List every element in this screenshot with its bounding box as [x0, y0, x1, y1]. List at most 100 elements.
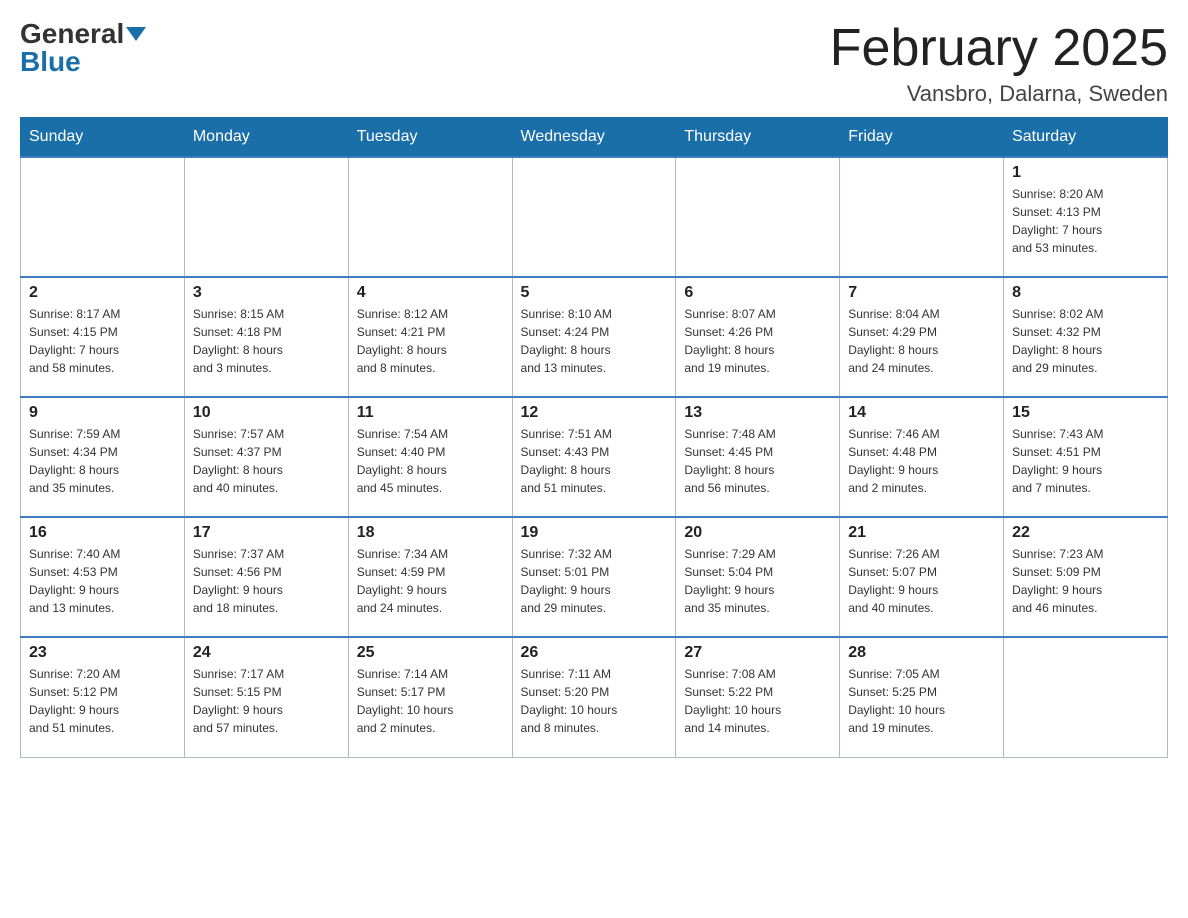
calendar-cell: 5Sunrise: 8:10 AM Sunset: 4:24 PM Daylig… [512, 277, 676, 397]
day-number: 27 [684, 644, 831, 662]
weekday-header-monday: Monday [184, 118, 348, 158]
day-info: Sunrise: 8:04 AM Sunset: 4:29 PM Dayligh… [848, 305, 995, 377]
day-info: Sunrise: 7:37 AM Sunset: 4:56 PM Dayligh… [193, 545, 340, 617]
day-info: Sunrise: 7:51 AM Sunset: 4:43 PM Dayligh… [521, 425, 668, 497]
weekday-header-thursday: Thursday [676, 118, 840, 158]
day-info: Sunrise: 7:32 AM Sunset: 5:01 PM Dayligh… [521, 545, 668, 617]
day-number: 20 [684, 524, 831, 542]
day-info: Sunrise: 7:08 AM Sunset: 5:22 PM Dayligh… [684, 665, 831, 737]
calendar-cell: 17 Sunrise: 7:37 AM Sunset: 4:56 PM Dayli… [184, 517, 348, 637]
weekday-header-wednesday: Wednesday [512, 118, 676, 158]
calendar-cell: 7 Sunrise: 8:04 AM Sunset: 4:29 PM Daylig… [840, 277, 1004, 397]
day-number: 2 [29, 284, 176, 302]
day-info: Sunrise: 8:07 AM Sunset: 4:26 PM Dayligh… [684, 305, 831, 377]
calendar-cell: 19 Sunrise: 7:32 AM Sunset: 5:01 PM Dayli… [512, 517, 676, 637]
calendar-cell: 12 Sunrise: 7:51 AM Sunset: 4:43 PM Dayli… [512, 397, 676, 517]
week-row-4: 16 Sunrise: 7:40 AM Sunset: 4:53 PM Dayli… [21, 517, 1168, 637]
calendar-cell: 1 Sunrise: 8:20 AM Sunset: 4:13 PM Daylig… [1004, 157, 1168, 277]
day-number: 19 [521, 524, 668, 542]
day-info: Sunrise: 7:57 AM Sunset: 4:37 PM Dayligh… [193, 425, 340, 497]
day-info: Sunrise: 7:54 AM Sunset: 4:40 PM Dayligh… [357, 425, 504, 497]
day-number: 26 [521, 644, 668, 662]
calendar-table: SundayMondayTuesdayWednesdayThursdayFrid… [20, 117, 1168, 758]
calendar-cell: 16 Sunrise: 7:40 AM Sunset: 4:53 PM Dayli… [21, 517, 185, 637]
calendar-cell [676, 157, 840, 277]
calendar-cell: 6 Sunrise: 8:07 AM Sunset: 4:26 PM Daylig… [676, 277, 840, 397]
calendar-cell: 21 Sunrise: 7:26 AM Sunset: 5:07 PM Dayli… [840, 517, 1004, 637]
day-number: 21 [848, 524, 995, 542]
calendar-cell: 26 Sunrise: 7:11 AM Sunset: 5:20 PM Dayli… [512, 637, 676, 757]
title-block: February 2025 Vansbro, Dalarna, Sweden [830, 20, 1168, 107]
calendar-cell: 27 Sunrise: 7:08 AM Sunset: 5:22 PM Dayli… [676, 637, 840, 757]
calendar-header-row: SundayMondayTuesdayWednesdayThursdayFrid… [21, 118, 1168, 158]
calendar-cell: 10 Sunrise: 7:57 AM Sunset: 4:37 PM Dayli… [184, 397, 348, 517]
day-number: 18 [357, 524, 504, 542]
calendar-cell [184, 157, 348, 277]
day-info: Sunrise: 7:11 AM Sunset: 5:20 PM Dayligh… [521, 665, 668, 737]
week-row-3: 9 Sunrise: 7:59 AM Sunset: 4:34 PM Daylig… [21, 397, 1168, 517]
day-info: Sunrise: 7:59 AM Sunset: 4:34 PM Dayligh… [29, 425, 176, 497]
weekday-header-friday: Friday [840, 118, 1004, 158]
location-title: Vansbro, Dalarna, Sweden [830, 81, 1168, 107]
calendar-cell [840, 157, 1004, 277]
calendar-cell: 11Sunrise: 7:54 AM Sunset: 4:40 PM Dayli… [348, 397, 512, 517]
calendar-cell: 25 Sunrise: 7:14 AM Sunset: 5:17 PM Dayli… [348, 637, 512, 757]
day-number: 10 [193, 404, 340, 422]
calendar-cell: 2 Sunrise: 8:17 AM Sunset: 4:15 PM Daylig… [21, 277, 185, 397]
calendar-cell [348, 157, 512, 277]
day-info: Sunrise: 7:43 AM Sunset: 4:51 PM Dayligh… [1012, 425, 1159, 497]
calendar-cell: 22 Sunrise: 7:23 AM Sunset: 5:09 PM Dayli… [1004, 517, 1168, 637]
day-info: Sunrise: 8:15 AM Sunset: 4:18 PM Dayligh… [193, 305, 340, 377]
calendar-cell [21, 157, 185, 277]
day-number: 12 [521, 404, 668, 422]
day-info: Sunrise: 7:34 AM Sunset: 4:59 PM Dayligh… [357, 545, 504, 617]
day-number: 9 [29, 404, 176, 422]
calendar-cell: 14 Sunrise: 7:46 AM Sunset: 4:48 PM Dayli… [840, 397, 1004, 517]
day-number: 16 [29, 524, 176, 542]
calendar-cell: 15 Sunrise: 7:43 AM Sunset: 4:51 PM Dayli… [1004, 397, 1168, 517]
day-info: Sunrise: 7:40 AM Sunset: 4:53 PM Dayligh… [29, 545, 176, 617]
week-row-2: 2 Sunrise: 8:17 AM Sunset: 4:15 PM Daylig… [21, 277, 1168, 397]
day-info: Sunrise: 8:17 AM Sunset: 4:15 PM Dayligh… [29, 305, 176, 377]
day-info: Sunrise: 7:14 AM Sunset: 5:17 PM Dayligh… [357, 665, 504, 737]
logo-triangle-icon [126, 27, 146, 41]
day-info: Sunrise: 8:10 AM Sunset: 4:24 PM Dayligh… [521, 305, 668, 377]
day-number: 22 [1012, 524, 1159, 542]
calendar-cell [1004, 637, 1168, 757]
page-header: General Blue February 2025 Vansbro, Dala… [20, 20, 1168, 107]
day-number: 17 [193, 524, 340, 542]
week-row-1: 1 Sunrise: 8:20 AM Sunset: 4:13 PM Daylig… [21, 157, 1168, 277]
calendar-cell: 3 Sunrise: 8:15 AM Sunset: 4:18 PM Daylig… [184, 277, 348, 397]
calendar-cell: 20Sunrise: 7:29 AM Sunset: 5:04 PM Dayli… [676, 517, 840, 637]
day-number: 13 [684, 404, 831, 422]
day-number: 24 [193, 644, 340, 662]
calendar-cell: 8Sunrise: 8:02 AM Sunset: 4:32 PM Daylig… [1004, 277, 1168, 397]
calendar-cell: 4Sunrise: 8:12 AM Sunset: 4:21 PM Daylig… [348, 277, 512, 397]
month-title: February 2025 [830, 20, 1168, 77]
logo: General Blue [20, 20, 146, 76]
day-number: 6 [684, 284, 831, 302]
day-info: Sunrise: 8:02 AM Sunset: 4:32 PM Dayligh… [1012, 305, 1159, 377]
day-info: Sunrise: 7:20 AM Sunset: 5:12 PM Dayligh… [29, 665, 176, 737]
day-number: 14 [848, 404, 995, 422]
weekday-header-tuesday: Tuesday [348, 118, 512, 158]
day-number: 28 [848, 644, 995, 662]
calendar-cell: 24 Sunrise: 7:17 AM Sunset: 5:15 PM Dayli… [184, 637, 348, 757]
day-info: Sunrise: 7:26 AM Sunset: 5:07 PM Dayligh… [848, 545, 995, 617]
day-number: 15 [1012, 404, 1159, 422]
day-info: Sunrise: 7:46 AM Sunset: 4:48 PM Dayligh… [848, 425, 995, 497]
day-number: 7 [848, 284, 995, 302]
day-number: 25 [357, 644, 504, 662]
day-number: 1 [1012, 164, 1159, 182]
day-info: Sunrise: 7:17 AM Sunset: 5:15 PM Dayligh… [193, 665, 340, 737]
weekday-header-saturday: Saturday [1004, 118, 1168, 158]
day-info: Sunrise: 7:05 AM Sunset: 5:25 PM Dayligh… [848, 665, 995, 737]
calendar-cell: 13 Sunrise: 7:48 AM Sunset: 4:45 PM Dayli… [676, 397, 840, 517]
day-number: 23 [29, 644, 176, 662]
calendar-cell: 28 Sunrise: 7:05 AM Sunset: 5:25 PM Dayli… [840, 637, 1004, 757]
day-number: 4 [357, 284, 504, 302]
day-info: Sunrise: 7:23 AM Sunset: 5:09 PM Dayligh… [1012, 545, 1159, 617]
day-number: 3 [193, 284, 340, 302]
day-info: Sunrise: 8:20 AM Sunset: 4:13 PM Dayligh… [1012, 185, 1159, 257]
day-info: Sunrise: 7:48 AM Sunset: 4:45 PM Dayligh… [684, 425, 831, 497]
